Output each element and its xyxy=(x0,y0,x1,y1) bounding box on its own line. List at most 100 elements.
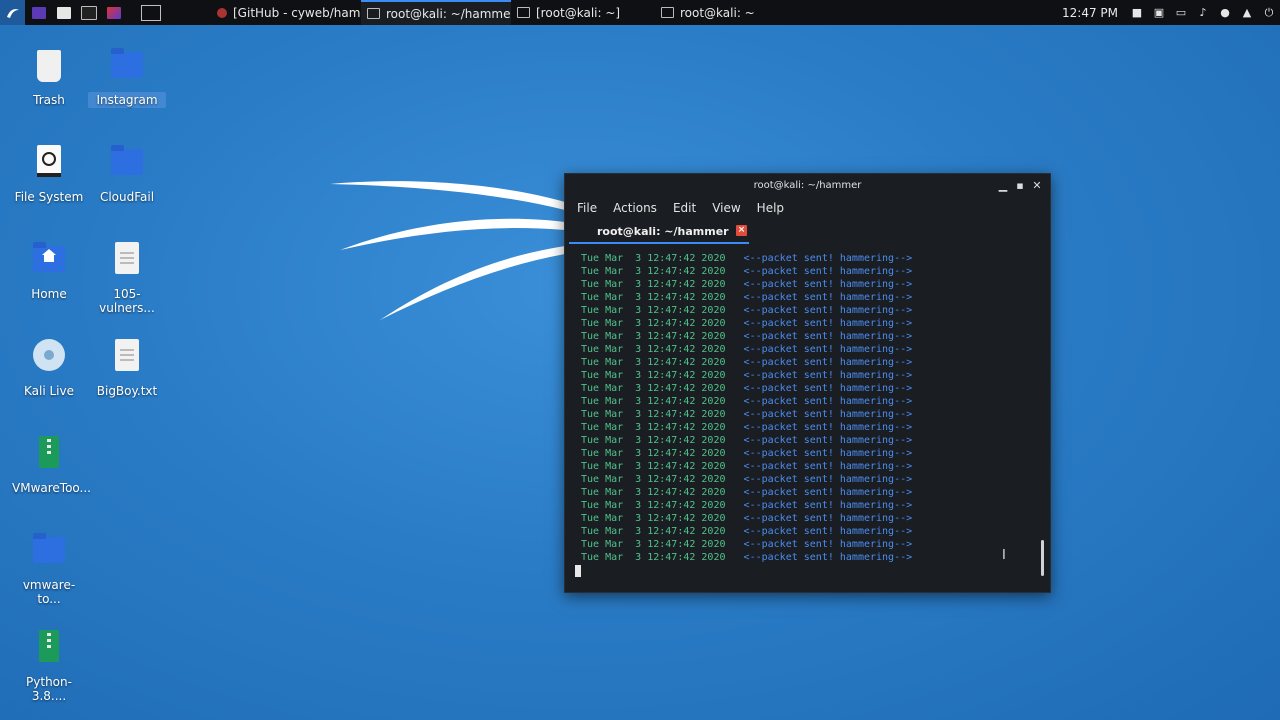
top-panel: [GitHub - cyweb/hamme... root@kali: ~/ha… xyxy=(0,0,1280,25)
notifications-bell-icon[interactable]: ♪ xyxy=(1197,6,1209,19)
desktop-icon-label: Python-3.8.... xyxy=(26,675,72,703)
line-message: <--packet sent! hammering--> xyxy=(725,305,913,316)
terminal-icon xyxy=(367,8,380,19)
desktop-icon-kali-live[interactable]: Kali Live xyxy=(10,337,88,399)
terminal-output[interactable]: Tue Mar 3 12:47:42 2020 <--packet sent! … xyxy=(581,252,912,564)
terminal-tabbar: root@kali: ~/hammer × xyxy=(565,220,1050,244)
power-manager-icon[interactable]: ● xyxy=(1219,6,1231,19)
terminal-window: root@kali: ~/hammer ▁ ▪ ✕ File Actions E… xyxy=(564,173,1051,593)
browser-icon xyxy=(217,7,227,18)
desktop-icon-python[interactable]: Python-3.8.... xyxy=(10,628,88,704)
terminal-line: Tue Mar 3 12:47:42 2020 <--packet sent! … xyxy=(581,421,912,434)
desktop-icon-instagram[interactable]: Instagram xyxy=(88,46,166,108)
menu-view[interactable]: View xyxy=(712,201,740,215)
folder-icon xyxy=(29,531,69,571)
terminal-line: Tue Mar 3 12:47:42 2020 <--packet sent! … xyxy=(581,252,912,265)
line-message: <--packet sent! hammering--> xyxy=(725,435,913,446)
text-file-icon xyxy=(107,240,147,280)
line-timestamp: Tue Mar 3 12:47:42 2020 xyxy=(581,422,726,433)
desktop-icon-label: Instagram xyxy=(88,92,166,108)
file-manager-launcher[interactable] xyxy=(53,2,75,24)
terminal-line: Tue Mar 3 12:47:42 2020 <--packet sent! … xyxy=(581,473,912,486)
trash-icon xyxy=(29,46,69,86)
drive-icon xyxy=(29,143,69,183)
terminal-line: Tue Mar 3 12:47:42 2020 <--packet sent! … xyxy=(581,447,912,460)
line-message: <--packet sent! hammering--> xyxy=(725,279,913,290)
text-file-icon xyxy=(107,337,147,377)
desktop-icon-vmwaretools[interactable]: VMwareToo... xyxy=(10,434,91,496)
desktop-icon-file-system[interactable]: File System xyxy=(10,143,88,205)
folder-icon xyxy=(107,143,147,183)
task-terminal-hammer[interactable]: root@kali: ~/hammer xyxy=(361,0,511,25)
line-timestamp: Tue Mar 3 12:47:42 2020 xyxy=(581,266,726,277)
folder-icon xyxy=(107,46,147,86)
lock-icon[interactable]: ▲ xyxy=(1241,6,1253,19)
line-timestamp: Tue Mar 3 12:47:42 2020 xyxy=(581,409,726,420)
desktop-icon-label: Kali Live xyxy=(24,384,74,398)
menu-help[interactable]: Help xyxy=(757,201,784,215)
desktop-icon-cloudfail[interactable]: CloudFail xyxy=(88,143,166,205)
line-message: <--packet sent! hammering--> xyxy=(725,253,913,264)
home-folder-icon xyxy=(29,240,69,280)
screen-recorder-icon[interactable]: ■ xyxy=(1131,6,1143,19)
terminal-icon xyxy=(661,7,674,18)
line-timestamp: Tue Mar 3 12:47:42 2020 xyxy=(581,357,726,368)
network-icon[interactable]: ▭ xyxy=(1175,6,1187,19)
menu-edit[interactable]: Edit xyxy=(673,201,696,215)
archive-icon xyxy=(29,434,69,474)
line-timestamp: Tue Mar 3 12:47:42 2020 xyxy=(581,435,726,446)
menu-file[interactable]: File xyxy=(577,201,597,215)
line-timestamp: Tue Mar 3 12:47:42 2020 xyxy=(581,448,726,459)
terminal-line: Tue Mar 3 12:47:42 2020 <--packet sent! … xyxy=(581,460,912,473)
browser-launcher[interactable] xyxy=(103,2,125,24)
close-tab-icon[interactable]: × xyxy=(736,225,747,236)
terminal-line: Tue Mar 3 12:47:42 2020 <--packet sent! … xyxy=(581,551,912,564)
logout-icon[interactable]: ⏻ xyxy=(1263,6,1275,19)
desktop-icon-home[interactable]: Home xyxy=(10,240,88,302)
terminal-line: Tue Mar 3 12:47:42 2020 <--packet sent! … xyxy=(581,317,912,330)
minimize-icon[interactable]: ▁ xyxy=(996,178,1010,192)
terminal-line: Tue Mar 3 12:47:42 2020 <--packet sent! … xyxy=(581,499,912,512)
line-message: <--packet sent! hammering--> xyxy=(725,487,913,498)
desktop-icon-label: vmware-to... xyxy=(22,578,76,606)
desktop-icon-105-vulners[interactable]: 105-vulners... xyxy=(88,240,166,316)
task-github-browser[interactable]: [GitHub - cyweb/hamme... xyxy=(211,0,361,25)
terminal-launcher[interactable] xyxy=(78,2,100,24)
terminal-line: Tue Mar 3 12:47:42 2020 <--packet sent! … xyxy=(581,395,912,408)
line-timestamp: Tue Mar 3 12:47:42 2020 xyxy=(581,487,726,498)
line-timestamp: Tue Mar 3 12:47:42 2020 xyxy=(581,292,726,303)
terminal-titlebar[interactable]: root@kali: ~/hammer ▁ ▪ ✕ xyxy=(565,174,1050,196)
terminal-line: Tue Mar 3 12:47:42 2020 <--packet sent! … xyxy=(581,382,912,395)
terminal-line: Tue Mar 3 12:47:42 2020 <--packet sent! … xyxy=(581,330,912,343)
close-icon[interactable]: ✕ xyxy=(1030,178,1044,192)
desktop-icon-bigboy-txt[interactable]: BigBoy.txt xyxy=(88,337,166,399)
task-label: [GitHub - cyweb/hamme... xyxy=(233,5,361,20)
terminal-line: Tue Mar 3 12:47:42 2020 <--packet sent! … xyxy=(581,512,912,525)
desktop-icon-vmware-tools-folder[interactable]: vmware-to... xyxy=(10,531,88,607)
desktop-icon-trash[interactable]: Trash xyxy=(10,46,88,108)
task-terminal-root-home[interactable]: root@kali: ~ xyxy=(659,0,807,25)
maximize-icon[interactable]: ▪ xyxy=(1013,178,1027,192)
app-launcher-purple[interactable] xyxy=(28,2,50,24)
terminal-line: Tue Mar 3 12:47:42 2020 <--packet sent! … xyxy=(581,538,912,551)
line-timestamp: Tue Mar 3 12:47:42 2020 xyxy=(581,344,726,355)
desktop-icon-label: CloudFail xyxy=(99,190,155,204)
desktop-icon-label: VMwareToo... xyxy=(12,481,91,495)
terminal-scrollbar[interactable] xyxy=(1041,540,1044,576)
browser-icon xyxy=(107,6,121,19)
terminal-line: Tue Mar 3 12:47:42 2020 <--packet sent! … xyxy=(581,408,912,421)
line-timestamp: Tue Mar 3 12:47:42 2020 xyxy=(581,513,726,524)
window-title: root@kali: ~/hammer xyxy=(753,179,862,191)
line-message: <--packet sent! hammering--> xyxy=(725,500,913,511)
clock[interactable]: 12:47 PM xyxy=(1062,6,1118,20)
display-icon[interactable]: ▣ xyxy=(1153,6,1165,19)
line-message: <--packet sent! hammering--> xyxy=(725,448,913,459)
workspace-switcher[interactable] xyxy=(141,4,161,21)
kali-menu-button[interactable] xyxy=(0,0,25,25)
tab-root-hammer[interactable]: root@kali: ~/hammer × xyxy=(569,220,749,244)
terminal-line: Tue Mar 3 12:47:42 2020 <--packet sent! … xyxy=(581,486,912,499)
task-terminal-root[interactable]: [root@kali: ~] xyxy=(511,0,659,25)
system-tray: 12:47 PM ■ ▣ ▭ ♪ ● ▲ ⏻ xyxy=(1062,0,1280,25)
line-message: <--packet sent! hammering--> xyxy=(725,474,913,485)
menu-actions[interactable]: Actions xyxy=(613,201,657,215)
